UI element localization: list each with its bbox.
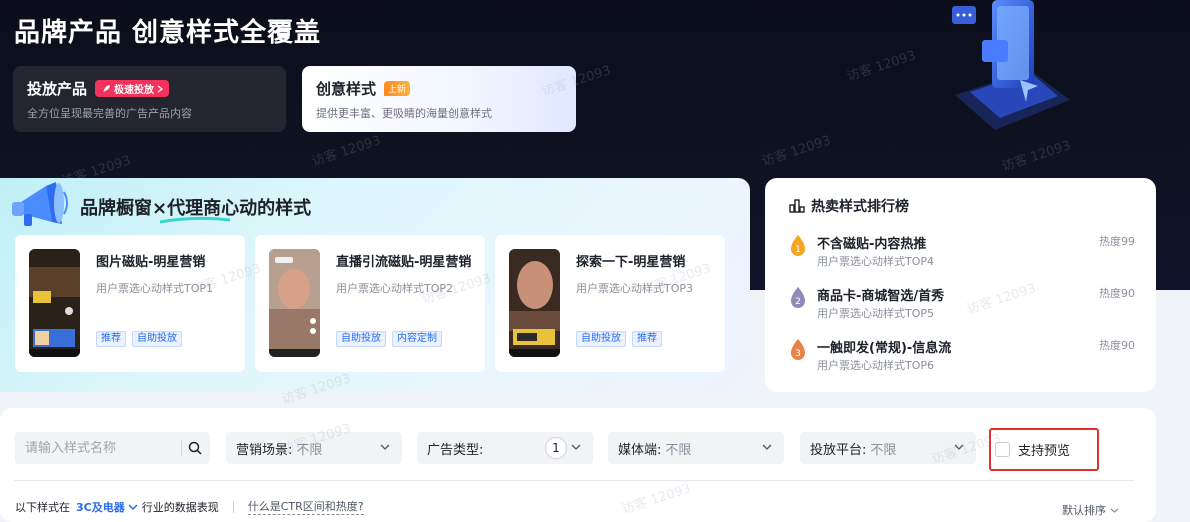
style-tag: 推荐 bbox=[96, 331, 126, 347]
style-search-field[interactable] bbox=[15, 432, 210, 464]
tab-creative-styles-desc: 提供更丰富、更吸睛的海量创意样式 bbox=[316, 107, 492, 120]
style-tag: 自助投放 bbox=[576, 331, 626, 347]
marketing-scene-select[interactable]: 营销场景: 不限 bbox=[226, 432, 402, 464]
ranking-item-name: 不含磁贴-内容热推 bbox=[817, 237, 927, 252]
tab-ad-products-label: 投放产品 bbox=[27, 80, 88, 98]
media-value: 不限 bbox=[665, 442, 692, 458]
style-thumbnail bbox=[509, 249, 560, 357]
ranking-item-subtitle: 用户票选心动样式TOP6 bbox=[817, 359, 935, 372]
ranking-item-heat: 热度90 bbox=[1099, 287, 1135, 300]
ranking-item-subtitle: 用户票选心动样式TOP4 bbox=[817, 255, 935, 268]
fast-delivery-badge: 极速投放 bbox=[95, 80, 170, 97]
page-title: 品牌产品 创意样式全覆盖 bbox=[14, 18, 322, 48]
search-divider bbox=[181, 440, 182, 456]
ad-type-count-badge: 1 bbox=[545, 437, 567, 459]
preview-toggle-highlight[interactable]: 支持预览 bbox=[989, 428, 1099, 471]
sort-select[interactable]: 默认排序 bbox=[1062, 502, 1119, 518]
media-label: 媒体端: bbox=[618, 442, 662, 458]
chevron-down-icon bbox=[380, 444, 390, 450]
watermark: 访客 12093 bbox=[620, 481, 693, 518]
chevron-down-icon bbox=[1110, 508, 1119, 513]
style-card[interactable]: 直播引流磁贴-明星营销 用户票选心动样式TOP2 自助投放 内容定制 bbox=[255, 235, 485, 372]
filter-panel: 营销场景: 不限 广告类型: 1 媒体端: 不限 投放平台: 不限 支持预览 以… bbox=[0, 408, 1156, 522]
ranking-item-subtitle: 用户票选心动样式TOP5 bbox=[817, 307, 935, 320]
watermark: 访客 12093 bbox=[845, 48, 918, 85]
ad-type-label: 广告类型: bbox=[427, 442, 484, 458]
watermark: 访客 12093 bbox=[310, 133, 383, 170]
rocket-icon bbox=[103, 84, 111, 92]
style-thumbnail bbox=[29, 249, 80, 357]
media-select[interactable]: 媒体端: 不限 bbox=[608, 432, 784, 464]
preview-label: 支持预览 bbox=[1018, 444, 1071, 459]
platform-label: 投放平台: bbox=[810, 442, 867, 458]
brand-window-panel: 品牌橱窗×代理商心动的样式 图片磁贴-明星营销 用户票选心动样式TOP1 推荐 … bbox=[0, 178, 750, 408]
style-tag: 推荐 bbox=[632, 331, 662, 347]
watermark: 访客 12093 bbox=[280, 371, 353, 408]
style-tag: 内容定制 bbox=[392, 331, 442, 347]
style-card-subtitle: 用户票选心动样式TOP1 bbox=[96, 282, 214, 295]
filter-divider bbox=[14, 480, 1134, 481]
search-input[interactable] bbox=[25, 440, 175, 456]
sort-value: 默认排序 bbox=[1062, 504, 1106, 517]
fast-delivery-badge-label: 极速投放 bbox=[114, 85, 155, 96]
style-card[interactable]: 图片磁贴-明星营销 用户票选心动样式TOP1 推荐 自助投放 bbox=[15, 235, 245, 372]
industry-suffix: 行业的数据表现 bbox=[141, 500, 219, 514]
ctr-help-link[interactable]: 什么是CTR区间和热度? bbox=[247, 498, 364, 515]
chevron-right-icon bbox=[157, 84, 164, 93]
platform-value: 不限 bbox=[870, 442, 897, 458]
chevron-down-icon bbox=[954, 444, 964, 450]
ranking-item[interactable]: 2 商品卡-商城智选/首秀 用户票选心动样式TOP5 热度90 bbox=[789, 285, 1135, 325]
chevron-down-icon bbox=[571, 444, 581, 450]
ranking-item[interactable]: 3 一触即发(常规)-信息流 用户票选心动样式TOP6 热度90 bbox=[789, 337, 1135, 377]
title-underline-icon bbox=[160, 216, 230, 224]
style-card-title: 探索一下-明星营销 bbox=[576, 255, 686, 270]
megaphone-icon bbox=[12, 182, 68, 226]
style-tag: 自助投放 bbox=[132, 331, 182, 347]
ranking-item-heat: 热度99 bbox=[1099, 235, 1135, 248]
hot-ranking-panel: 热卖样式排行榜 1 不含磁贴-内容热推 用户票选心动样式TOP4 热度99 2 … bbox=[765, 178, 1156, 392]
bronze-medal-icon: 3 bbox=[791, 339, 805, 360]
svg-text:1: 1 bbox=[795, 245, 801, 255]
tab-ad-products[interactable]: 投放产品 极速投放 全方位呈现最完善的广告产品内容 bbox=[13, 66, 286, 132]
watermark: 访客 12093 bbox=[760, 133, 833, 170]
bar-chart-icon bbox=[789, 199, 805, 213]
ad-type-select[interactable]: 广告类型: 1 bbox=[417, 432, 593, 464]
marketing-scene-value: 不限 bbox=[296, 442, 323, 458]
style-card[interactable]: 探索一下-明星营销 用户票选心动样式TOP3 自助投放 推荐 bbox=[495, 235, 725, 372]
tab-ad-products-desc: 全方位呈现最完善的广告产品内容 bbox=[27, 107, 192, 120]
ranking-item[interactable]: 1 不含磁贴-内容热推 用户票选心动样式TOP4 热度99 bbox=[789, 233, 1135, 273]
industry-summary: 以下样式在 3C及电器 行业的数据表现 什么是CTR区间和热度? bbox=[15, 498, 364, 515]
style-thumbnail bbox=[269, 249, 320, 357]
style-card-subtitle: 用户票选心动样式TOP2 bbox=[336, 282, 454, 295]
tab-creative-styles-label: 创意样式 bbox=[316, 80, 377, 98]
gold-medal-icon: 1 bbox=[791, 235, 805, 256]
preview-checkbox[interactable] bbox=[995, 442, 1010, 457]
svg-text:2: 2 bbox=[795, 297, 801, 307]
industry-prefix: 以下样式在 bbox=[15, 500, 70, 514]
silver-medal-icon: 2 bbox=[791, 287, 805, 308]
industry-value: 3C及电器 bbox=[76, 500, 125, 514]
new-badge: 上新 bbox=[384, 81, 411, 96]
platform-select[interactable]: 投放平台: 不限 bbox=[800, 432, 976, 464]
search-icon[interactable] bbox=[188, 441, 202, 455]
svg-text:3: 3 bbox=[795, 349, 801, 359]
style-tag: 自助投放 bbox=[336, 331, 386, 347]
ranking-item-name: 一触即发(常规)-信息流 bbox=[817, 341, 952, 356]
industry-select[interactable]: 3C及电器 bbox=[76, 499, 138, 515]
ranking-item-name: 商品卡-商城智选/首秀 bbox=[817, 289, 945, 304]
ranking-item-heat: 热度90 bbox=[1099, 339, 1135, 352]
style-card-title: 直播引流磁贴-明星营销 bbox=[336, 255, 472, 270]
footer-divider bbox=[232, 500, 234, 513]
style-card-subtitle: 用户票选心动样式TOP3 bbox=[576, 282, 694, 295]
marketing-scene-label: 营销场景: bbox=[236, 442, 293, 458]
style-card-title: 图片磁贴-明星营销 bbox=[96, 255, 206, 270]
chevron-down-icon bbox=[128, 503, 138, 510]
ranking-title: 热卖样式排行榜 bbox=[811, 199, 909, 215]
tab-creative-styles[interactable]: 创意样式 上新 提供更丰富、更吸睛的海量创意样式 bbox=[302, 66, 576, 132]
chevron-down-icon bbox=[762, 444, 772, 450]
phone-illustration-icon bbox=[952, 0, 1070, 130]
